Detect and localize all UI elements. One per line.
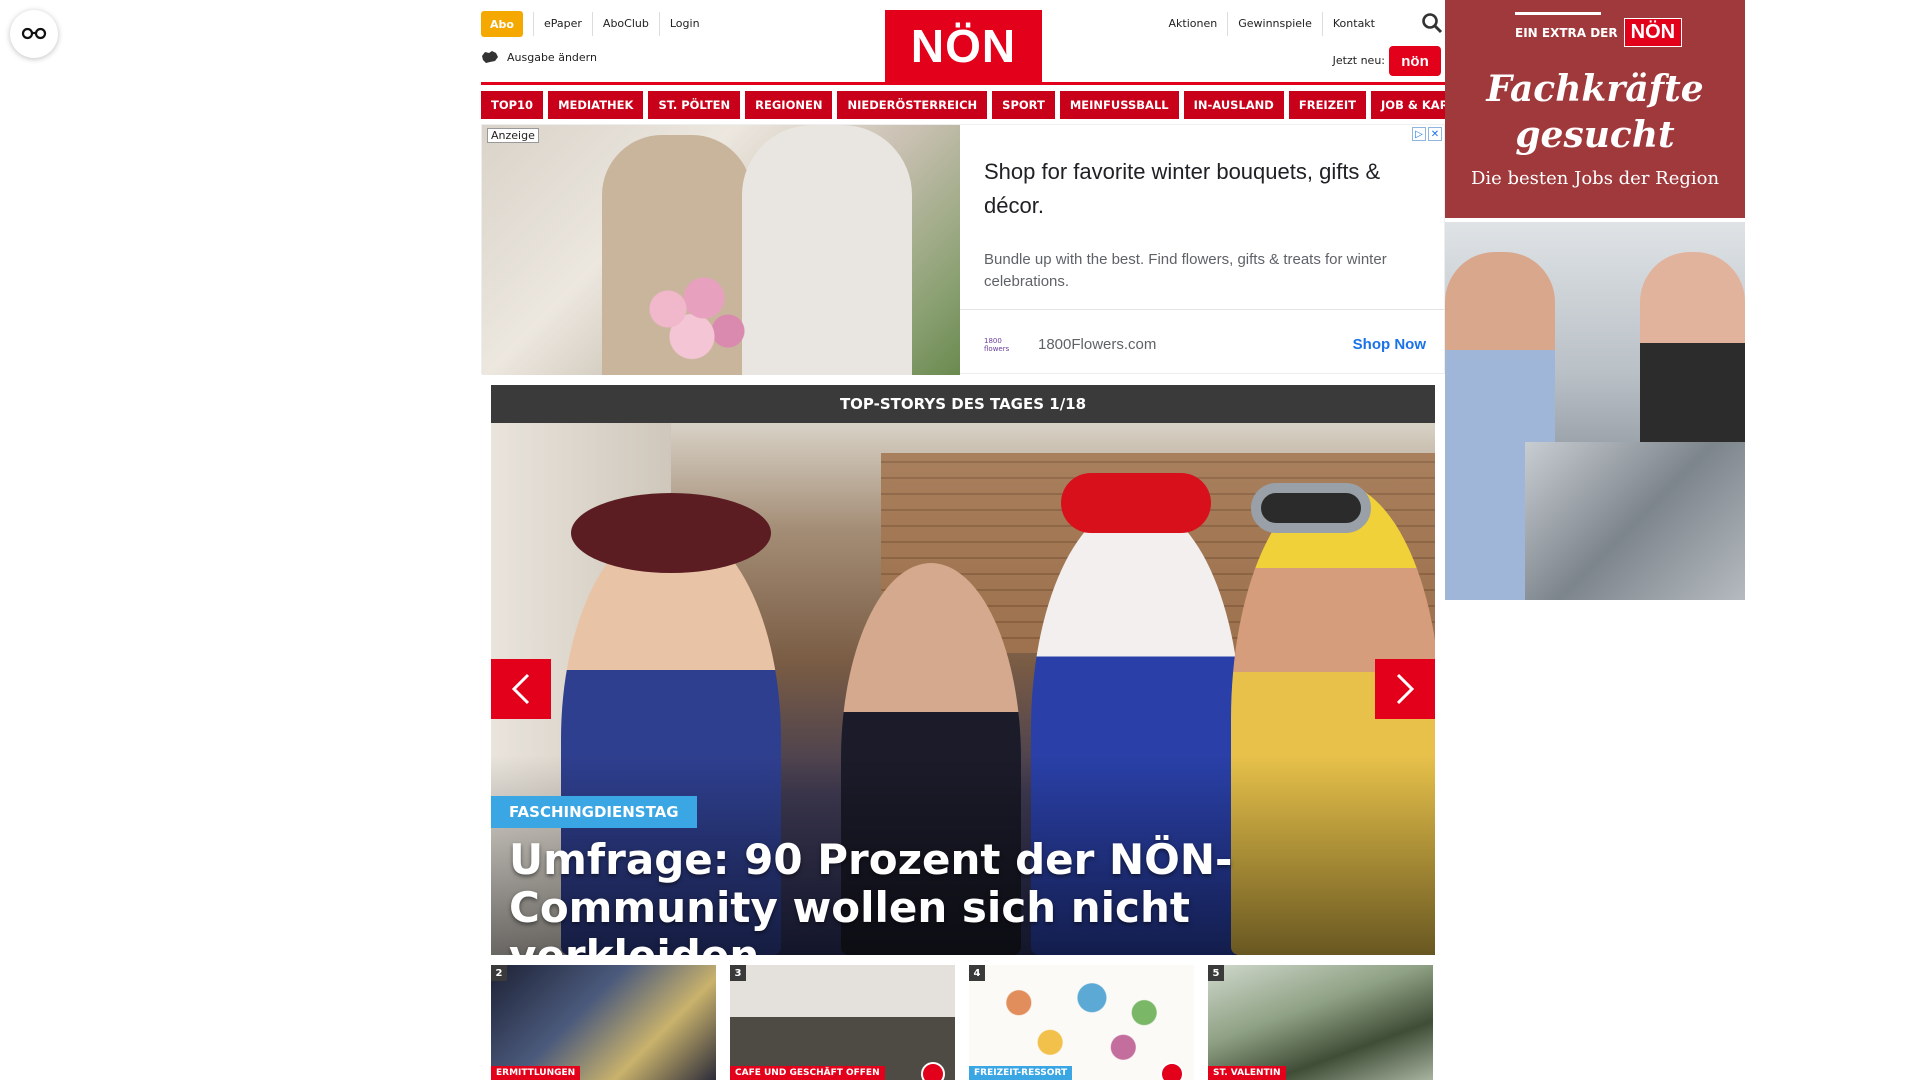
nav-item-mediathek[interactable]: MEDIATHEK <box>548 91 644 119</box>
teaser-category: ST. VALENTIN <box>1208 1066 1286 1080</box>
side-ad-bar <box>1515 12 1601 15</box>
side-ad-extra-label: EIN EXTRA DER <box>1515 25 1618 40</box>
side-ad-banner: EIN EXTRA DER NÖN Fachkräfte gesucht Die… <box>1445 0 1745 218</box>
chevron-right-icon <box>1396 673 1415 705</box>
top-links: ePaper AboClub Login <box>533 12 710 36</box>
ad-image[interactable]: Anzeige <box>482 125 960 375</box>
ad-domain: 1800Flowers.com <box>1038 336 1157 353</box>
top-stories: TOP-STORYS DES TAGES 1/18 FASCHINGDIENST… <box>491 385 1435 955</box>
hero-headline[interactable]: Umfrage: 90 Prozent der NÖN-Community wo… <box>509 836 1419 956</box>
glasses-icon <box>21 27 47 40</box>
new-product-badge[interactable]: nön <box>1389 46 1441 76</box>
teaser-category: FREIZEIT-RESSORT <box>969 1066 1073 1080</box>
side-job-ad[interactable]: EIN EXTRA DER NÖN Fachkräfte gesucht Die… <box>1445 0 1745 600</box>
ad-cta-button[interactable]: Shop Now <box>1353 333 1426 357</box>
edition-label: Ausgabe ändern <box>507 50 597 64</box>
teaser-category: CAFE UND GESCHÄFT OFFEN <box>730 1066 885 1080</box>
bow <box>1061 473 1211 533</box>
goggles <box>1251 483 1371 533</box>
side-ad-machine <box>1525 442 1745 600</box>
side-ad-logo: NÖN <box>1623 18 1683 47</box>
nav-item-sport[interactable]: SPORT <box>992 91 1055 119</box>
aboclub-link[interactable]: AboClub <box>591 12 659 36</box>
abo-button[interactable]: Abo <box>481 11 523 37</box>
chevron-left-icon <box>511 673 530 705</box>
ad-flowers <box>632 265 752 375</box>
teaser-number: 5 <box>1208 965 1224 981</box>
aktionen-link[interactable]: Aktionen <box>1159 12 1228 36</box>
nav-item-meinfussball[interactable]: MEINFUSSBALL <box>1059 91 1179 119</box>
search-icon <box>1422 13 1443 34</box>
carousel-prev-button[interactable] <box>491 659 551 719</box>
teaser-number: 2 <box>491 965 507 981</box>
carousel-next-button[interactable] <box>1375 659 1435 719</box>
site-container: Abo ePaper AboClub Login Ausgabe ändern … <box>481 0 1497 1080</box>
teaser-number: 4 <box>969 965 985 981</box>
login-link[interactable]: Login <box>658 12 710 36</box>
story-teasers: 2 ERMITTLUNGEN 3 CAFE UND GESCHÄFT OFFEN… <box>491 965 1435 1080</box>
video-icon <box>921 1062 945 1080</box>
nav-item-st-poelten[interactable]: ST. PÖLTEN <box>648 91 741 119</box>
side-ad-subline: Die besten Jobs der Region <box>1470 168 1720 189</box>
side-ad-headline-line1: Fachkräfte <box>1486 68 1704 110</box>
teaser-card[interactable]: 4 FREIZEIT-RESSORT <box>969 965 1194 1080</box>
gewinnspiele-link[interactable]: Gewinnspiele <box>1227 12 1322 36</box>
nav-item-freizeit[interactable]: FREIZEIT <box>1288 91 1367 119</box>
search-button[interactable] <box>1421 12 1445 36</box>
ad-title[interactable]: Shop for favorite winter bouquets, gifts… <box>984 155 1429 223</box>
ad-description: Bundle up with the best. Find flowers, g… <box>984 251 1387 290</box>
nav-item-regionen[interactable]: REGIONEN <box>745 91 833 119</box>
hero-kicker[interactable]: FASCHINGDIENSTAG <box>491 796 697 828</box>
hero-story[interactable]: FASCHINGDIENSTAG Umfrage: 90 Prozent der… <box>491 423 1435 955</box>
main-nav: TOP10 MEDIATHEK ST. PÖLTEN REGIONEN NIED… <box>481 91 1497 119</box>
epaper-link[interactable]: ePaper <box>533 12 592 36</box>
kontakt-link[interactable]: Kontakt <box>1321 12 1385 36</box>
hat <box>571 493 771 573</box>
side-ad-photo <box>1445 218 1745 600</box>
site-logo[interactable]: NÖN <box>885 10 1042 82</box>
teaser-illustration <box>977 973 1186 1072</box>
nav-item-niederoesterreich[interactable]: NIEDERÖSTERREICH <box>837 91 988 119</box>
side-ad-extra: EIN EXTRA DER NÖN <box>1515 12 1683 47</box>
nav-item-in-ausland[interactable]: IN-AUSLAND <box>1183 91 1284 119</box>
ad-brand-logo: 1800 flowers <box>984 337 1010 353</box>
ad-person-man <box>742 125 912 375</box>
side-ad-headline: Fachkräfte gesucht <box>1445 66 1745 158</box>
top-stories-heading: TOP-STORYS DES TAGES 1/18 <box>491 385 1435 423</box>
video-icon <box>1160 1062 1184 1080</box>
teaser-number: 3 <box>730 965 746 981</box>
edition-switch[interactable]: Ausgabe ändern <box>481 50 597 64</box>
new-label: Jetzt neu: <box>1332 54 1385 67</box>
site-header: Abo ePaper AboClub Login Ausgabe ändern … <box>481 0 1445 85</box>
display-ad[interactable]: Anzeige ▷ ✕ Shop for favorite winter bou… <box>481 124 1446 375</box>
ad-divider <box>960 309 1446 310</box>
nav-item-top10[interactable]: TOP10 <box>481 91 544 119</box>
teaser-card[interactable]: 3 CAFE UND GESCHÄFT OFFEN <box>730 965 955 1080</box>
close-icon[interactable]: ✕ <box>1428 127 1442 141</box>
ad-label: Anzeige <box>487 128 539 143</box>
side-ad-headline-line2: gesucht <box>1515 114 1675 156</box>
teaser-card[interactable]: 5 ST. VALENTIN <box>1208 965 1433 1080</box>
right-links: Aktionen Gewinnspiele Kontakt <box>1159 12 1385 36</box>
adchoices-icon[interactable]: ▷ <box>1412 127 1426 141</box>
map-icon <box>482 51 498 63</box>
ad-choices[interactable]: ▷ ✕ <box>1412 127 1442 141</box>
teaser-card[interactable]: 2 ERMITTLUNGEN <box>491 965 716 1080</box>
reader-mode-button[interactable] <box>10 10 58 58</box>
header-divider <box>481 82 1445 85</box>
teaser-category: ERMITTLUNGEN <box>491 1066 581 1080</box>
